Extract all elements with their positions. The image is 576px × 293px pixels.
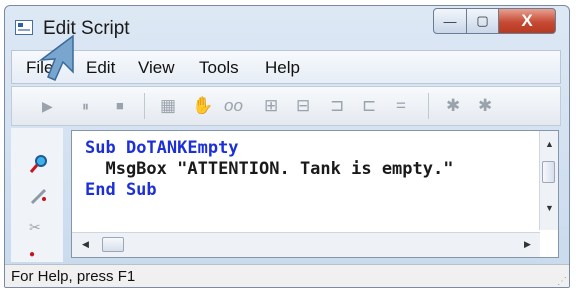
code-editor[interactable]: Sub DoTANKEmpty MsgBox "ATTENTION. Tank … [71,130,559,258]
mouse-cursor-icon [38,34,74,81]
status-bar: For Help, press F1 ⋰ [5,264,569,287]
menu-bar: File Edit View Tools Help [11,50,561,84]
keyword-end-sub: End Sub [85,180,157,200]
watch-icon[interactable]: ⊞ [264,96,278,116]
code-text[interactable]: Sub DoTANKEmpty MsgBox "ATTENTION. Tank … [85,138,453,201]
find-icon[interactable] [29,154,49,178]
vertical-scroll-thumb[interactable] [542,161,555,183]
step-over-icon[interactable]: ⊏ [362,96,376,116]
keyword-sub: Sub [85,138,116,158]
side-toolbar: ✂ ● [11,128,63,262]
toolbar-separator [144,93,145,119]
horizontal-scrollbar[interactable]: ◀ ▶ [72,232,540,257]
msgbox-string: "ATTENTION. Tank is empty." [177,159,454,179]
breakpoint-icon[interactable]: ✱ [446,96,460,116]
title-bar[interactable]: Edit Script — ▢ X [5,6,569,48]
menu-help[interactable]: Help [265,58,300,78]
minimize-button[interactable]: — [433,8,467,34]
toolbar: ▶ ⏸ ■ ▦ ✋ oo ⊞ ⊟ ⊐ ⊏ = ✱ ✱ [11,86,561,126]
pencil-icon[interactable] [29,186,49,210]
equals-icon[interactable]: = [396,96,406,116]
toolbar-separator [428,93,429,119]
cut-icon[interactable]: ✂ [29,218,41,236]
clear-breakpoints-icon[interactable]: ✱ [478,96,492,116]
close-button[interactable]: X [498,8,556,34]
menu-tools[interactable]: Tools [199,58,239,78]
run-icon[interactable]: ▶ [42,96,53,116]
scroll-up-icon[interactable]: ▲ [545,139,554,149]
edit-script-window: Edit Script — ▢ X File Edit View Tools H… [4,5,570,288]
menu-view[interactable]: View [138,58,175,78]
app-icon[interactable] [15,20,33,35]
sub-name: DoTANKEmpty [115,138,239,158]
dot-icon: ● [29,249,36,260]
menu-edit[interactable]: Edit [86,58,115,78]
scroll-left-icon[interactable]: ◀ [82,239,89,250]
resize-grip-icon[interactable]: ⋰ [557,276,567,287]
horizontal-scroll-thumb[interactable] [102,237,124,252]
maximize-button[interactable]: ▢ [466,8,499,34]
glasses-icon[interactable]: oo [224,96,243,116]
vertical-scrollbar[interactable]: ▲ ▼ [539,131,558,230]
watch-tree-icon[interactable]: ⊟ [296,96,310,116]
hand-icon[interactable]: ✋ [192,96,213,116]
stop-icon[interactable]: ■ [116,96,124,116]
step-into-icon[interactable]: ⊐ [330,96,344,116]
scroll-right-icon[interactable]: ▶ [524,239,531,250]
scroll-down-icon[interactable]: ▼ [545,203,554,213]
msgbox-call: MsgBox [85,159,178,179]
calendar-icon[interactable]: ▦ [160,96,176,116]
pause-icon[interactable]: ⏸ [82,96,89,116]
status-text: For Help, press F1 [11,268,136,285]
